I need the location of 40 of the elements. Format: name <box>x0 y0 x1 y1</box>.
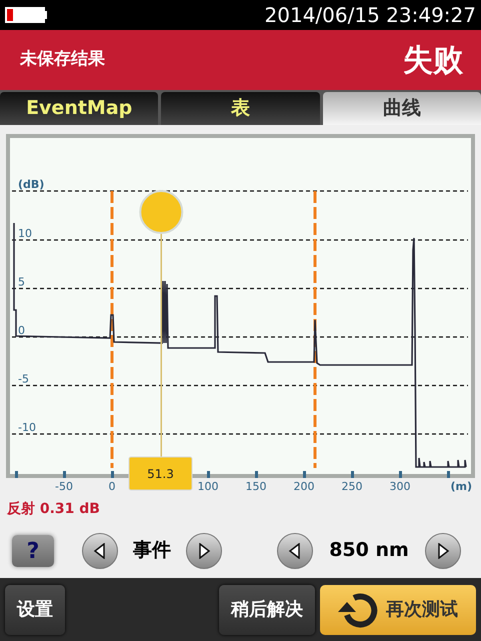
x-axis-label: 150 <box>246 480 266 493</box>
y-axis-unit: (dB) <box>18 178 44 191</box>
x-axis-label: 300 <box>390 480 410 493</box>
left-arrow-button[interactable] <box>277 532 313 568</box>
right-triangle-icon <box>197 542 211 558</box>
right-arrow-button[interactable] <box>424 532 461 568</box>
x-axis-label: 100 <box>198 480 218 493</box>
x-axis-label: 0 <box>108 480 116 493</box>
cursor-handle[interactable] <box>139 190 184 458</box>
toolbar-button[interactable]: 稍后解决 <box>219 584 315 634</box>
x-axis-unit: (m) <box>450 480 472 493</box>
y-axis-label: 0 <box>18 324 25 337</box>
result-status: 失败 <box>403 42 463 80</box>
right-triangle-icon <box>436 542 450 558</box>
y-axis-label: -5 <box>18 372 29 386</box>
left-triangle-icon <box>288 542 302 558</box>
marker-line[interactable] <box>314 191 316 468</box>
y-axis-label: 10 <box>18 227 32 240</box>
cursor-position-label: 51.3 <box>128 456 192 490</box>
right-arrow-button[interactable] <box>186 532 222 568</box>
tab[interactable]: EventMap <box>0 92 158 125</box>
x-axis-label: 250 <box>342 480 362 493</box>
help-button[interactable]: ? <box>12 534 54 566</box>
selector-value: 850 nm <box>329 538 409 564</box>
tab[interactable]: 表 <box>161 92 320 125</box>
battery-icon <box>5 7 47 23</box>
toolbar-button[interactable]: 设置 <box>5 584 65 634</box>
left-arrow-button[interactable] <box>82 532 118 568</box>
date-time: 2014/06/15 23:49:27 <box>264 5 476 25</box>
selector-value: 事件 <box>133 538 171 564</box>
marker-line[interactable] <box>110 191 114 468</box>
header-title: 未保存结果 <box>20 48 105 72</box>
reflectance-reading: 反射 0.31 dB <box>7 500 100 518</box>
tab[interactable]: 曲线 <box>322 92 481 125</box>
y-axis-label: 5 <box>18 276 25 288</box>
x-axis-label: -50 <box>55 480 73 493</box>
x-axis-label: 200 <box>294 480 314 493</box>
left-triangle-icon <box>93 542 107 558</box>
retest-button[interactable]: 再次测试 <box>320 584 476 634</box>
y-axis-label: -10 <box>18 421 36 434</box>
